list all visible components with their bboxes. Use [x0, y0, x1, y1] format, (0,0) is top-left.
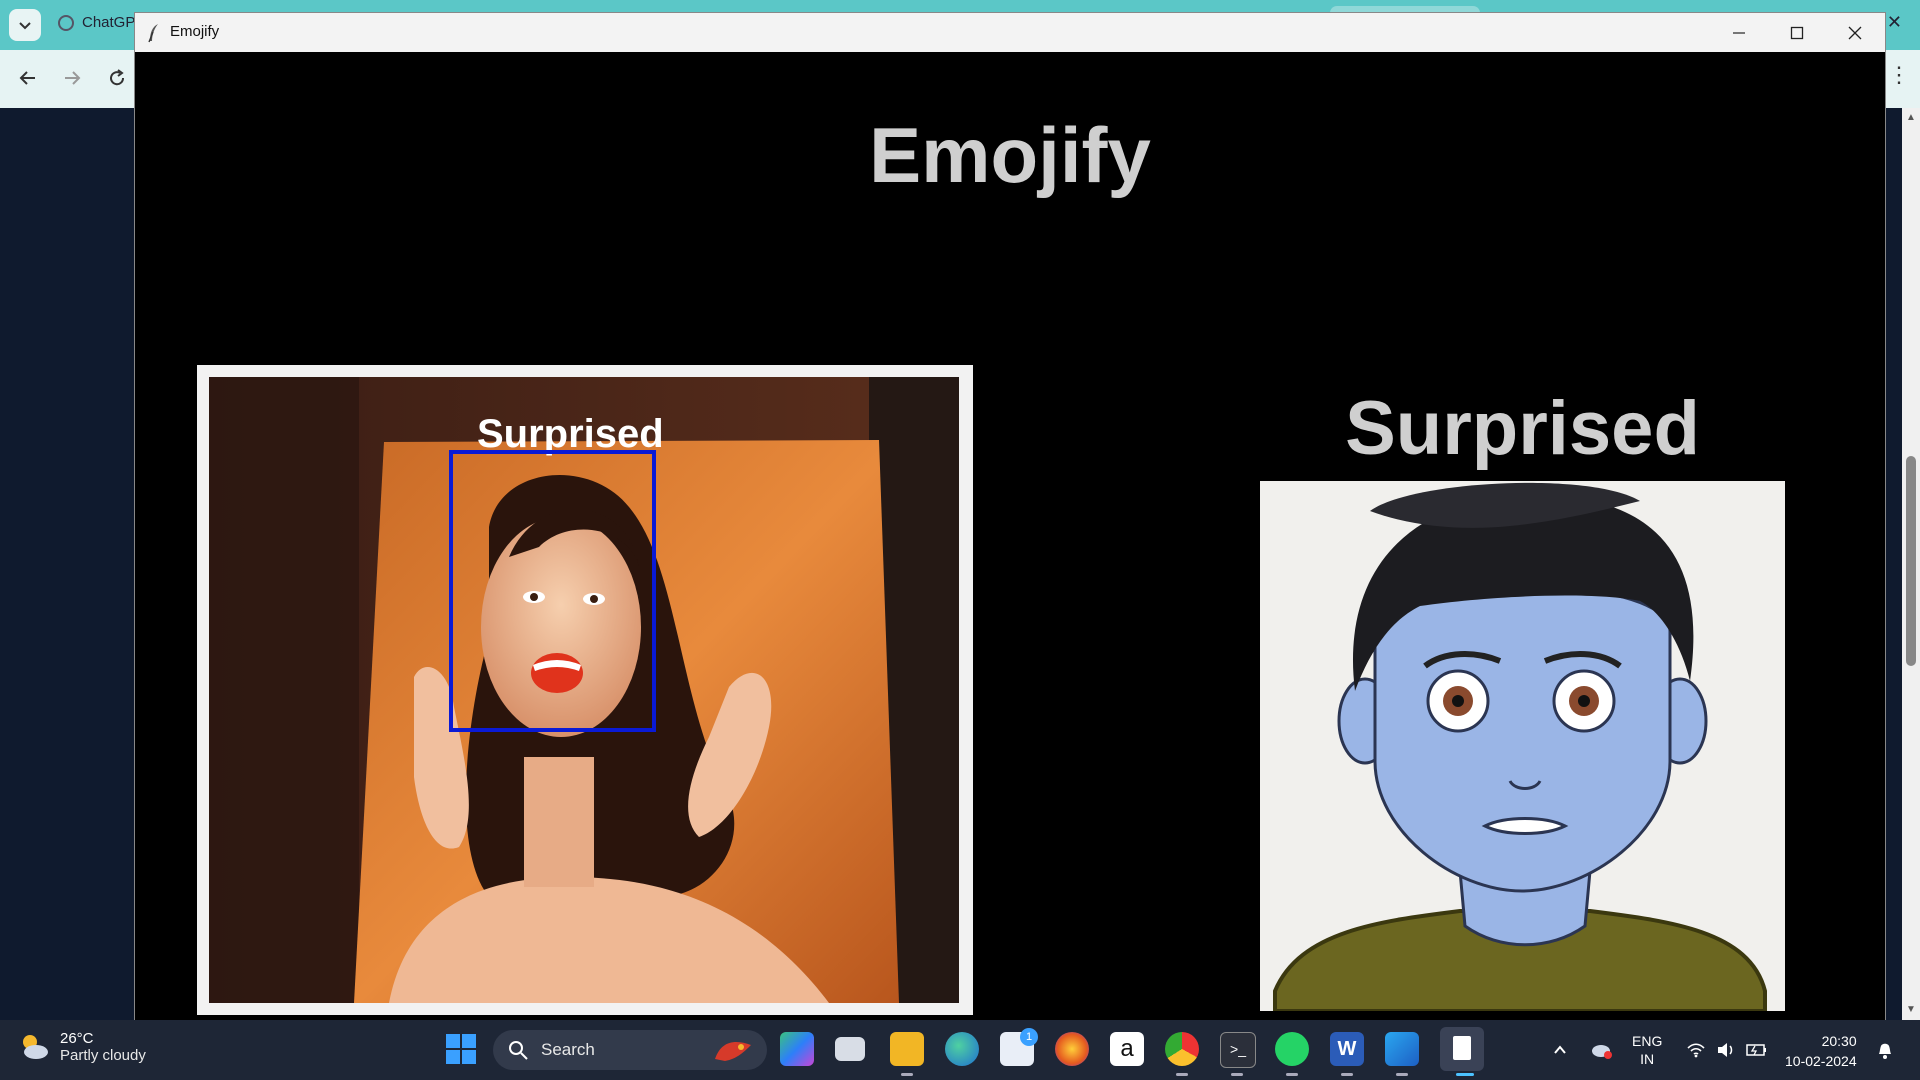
chevron-down-icon — [19, 22, 31, 30]
taskbar: 26°C Partly cloudy Search 1 a >_ W ENG I… — [0, 1020, 1920, 1080]
store-badge: 1 — [1020, 1028, 1038, 1046]
weather-condition: Partly cloudy — [60, 1047, 146, 1064]
close-icon — [1848, 26, 1862, 39]
language-line2: IN — [1640, 1051, 1655, 1067]
maximize-icon — [1790, 26, 1804, 39]
document-icon — [1453, 1036, 1471, 1060]
emotion-label: Surprised — [1345, 386, 1700, 471]
show-hidden-icons[interactable] — [1552, 1020, 1568, 1080]
page-scrollbar[interactable]: ▲ ▼ — [1902, 108, 1920, 1020]
weather-widget[interactable]: 26°C Partly cloudy — [18, 1030, 146, 1064]
notification-bell-icon[interactable] — [1876, 1020, 1894, 1080]
browser-tab[interactable]: ChatGP — [58, 14, 135, 31]
close-button[interactable] — [1826, 13, 1884, 52]
terminal-icon[interactable]: >_ — [1220, 1032, 1256, 1068]
window-titlebar[interactable]: Emojify — [135, 13, 1885, 52]
scroll-down-icon[interactable]: ▼ — [1906, 1004, 1916, 1015]
chatgpt-icon — [58, 14, 74, 31]
scroll-thumb[interactable] — [1906, 456, 1916, 666]
volume-icon[interactable] — [1716, 1020, 1736, 1080]
language-indicator[interactable]: ENG IN — [1632, 1032, 1662, 1068]
camera-frame: Surprised — [197, 365, 973, 1015]
file-explorer-icon[interactable] — [890, 1032, 924, 1066]
app-content: Emojify Surprised Surprised — [135, 52, 1885, 1020]
windows-logo-icon — [446, 1034, 460, 1048]
clock-time: 20:30 — [1821, 1033, 1857, 1049]
chrome-icon[interactable] — [1165, 1032, 1199, 1066]
search-placeholder: Search — [541, 1040, 595, 1059]
emojify-taskbar-button[interactable] — [1440, 1027, 1484, 1071]
clock-date: 10-02-2024 — [1785, 1053, 1857, 1069]
firefox-icon[interactable] — [1055, 1032, 1089, 1066]
clock[interactable]: 20:30 10-02-2024 — [1785, 1031, 1857, 1071]
chevron-up-icon — [1554, 1045, 1566, 1054]
word-icon[interactable]: W — [1330, 1032, 1364, 1066]
photos-icon[interactable] — [1385, 1032, 1419, 1066]
onedrive-error-icon[interactable] — [1590, 1020, 1614, 1080]
edge-browser-icon[interactable] — [945, 1032, 979, 1066]
maximize-button[interactable] — [1768, 13, 1826, 52]
task-view-icon[interactable] — [835, 1037, 865, 1061]
copilot-app-icon[interactable] — [780, 1032, 814, 1066]
page-title: Emojify — [869, 111, 1151, 199]
browser-close-icon[interactable]: ✕ — [1887, 12, 1902, 33]
minimize-icon — [1733, 31, 1745, 34]
browser-page-background — [0, 108, 135, 1020]
language-line1: ENG — [1632, 1033, 1663, 1049]
amazon-icon[interactable]: a — [1110, 1032, 1144, 1066]
tab-search-button[interactable] — [9, 9, 41, 41]
scroll-up-icon[interactable]: ▲ — [1906, 112, 1916, 123]
emoji-panel — [1260, 481, 1785, 1011]
face-detection-box — [449, 450, 656, 732]
wifi-icon[interactable] — [1686, 1020, 1706, 1080]
emojify-window: Emojify Emojify Surprised Surprised — [135, 13, 1885, 1020]
camera-feed: Surprised — [209, 377, 959, 1003]
surprised-emoji-avatar — [1260, 481, 1785, 1011]
weather-temperature: 26°C — [60, 1030, 94, 1047]
minimize-button[interactable] — [1710, 13, 1768, 52]
window-title: Emojify — [170, 23, 220, 40]
start-button[interactable] — [446, 1034, 476, 1064]
forward-arrow-icon[interactable] — [58, 64, 86, 92]
browser-tab-title: ChatGP — [82, 14, 136, 31]
dragon-decoration-icon — [715, 1041, 751, 1061]
more-vert-icon[interactable]: ⋮ — [1888, 62, 1910, 88]
back-arrow-icon[interactable] — [14, 64, 42, 92]
battery-icon[interactable] — [1746, 1020, 1768, 1080]
whatsapp-icon[interactable] — [1275, 1032, 1309, 1066]
partly-cloudy-icon — [23, 1035, 48, 1059]
taskbar-search[interactable]: Search — [493, 1030, 767, 1070]
reload-icon[interactable] — [103, 64, 131, 92]
search-icon — [509, 1041, 528, 1060]
feather-icon — [148, 24, 158, 43]
